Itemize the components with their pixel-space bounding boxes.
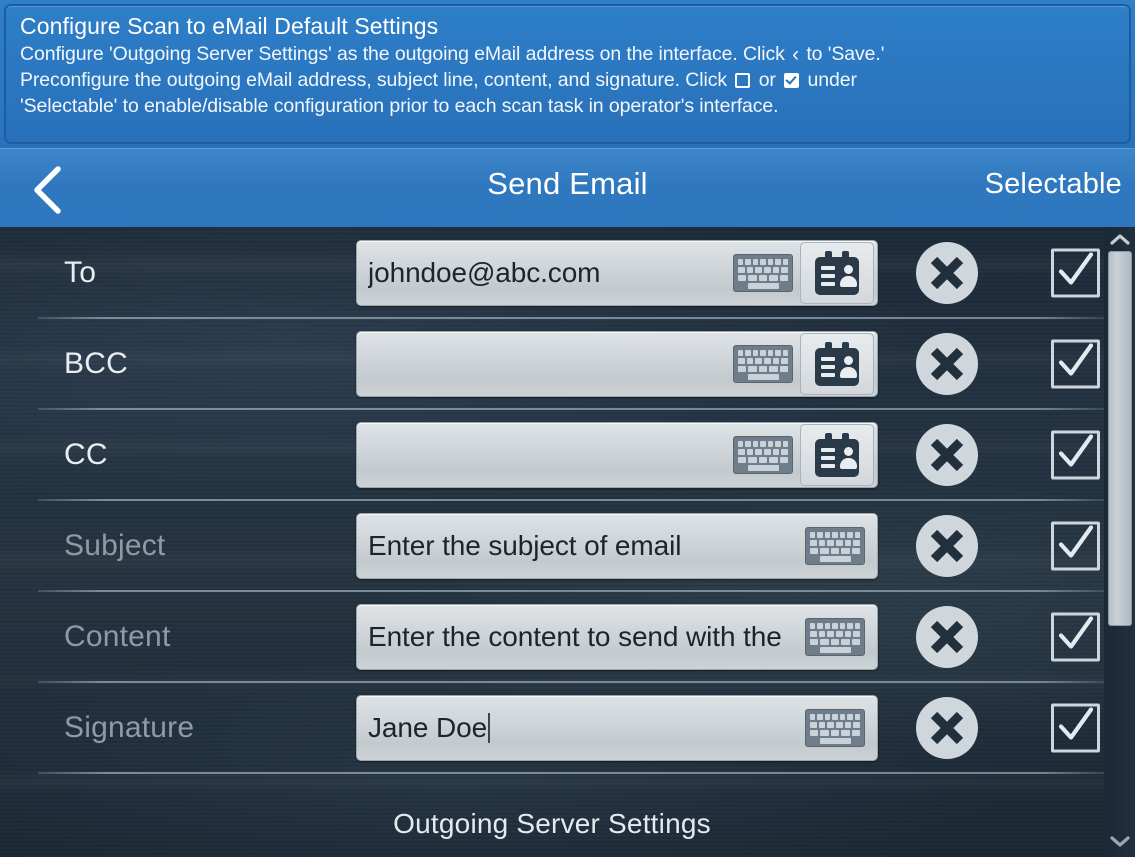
settings-row-content: Content Enter the content to send with th… [0, 591, 1104, 682]
input-value-subject: Enter the subject of email [368, 529, 682, 561]
selectable-checkbox-cc[interactable] [1051, 430, 1100, 479]
instruction-line-1-part-a: Configure 'Outgoing Server Settings' as … [20, 43, 785, 65]
keyboard-icon-to[interactable] [733, 253, 793, 292]
chevron-up-icon [1109, 234, 1130, 245]
selectable-checkbox-bcc[interactable] [1051, 339, 1100, 388]
row-label-cc: CC [64, 437, 108, 471]
row-label-to: To [64, 255, 97, 289]
clear-x-icon [916, 241, 978, 304]
scroll-up-button[interactable] [1104, 227, 1135, 251]
address-book-button-bcc[interactable] [800, 332, 874, 395]
checkmark-icon [1058, 707, 1094, 740]
checkmark-icon [1058, 434, 1094, 467]
chevron-down-icon [1109, 836, 1130, 847]
settings-row-to: To johndoe@abc.com [0, 227, 1104, 318]
address-book-icon [815, 341, 859, 386]
checkmark-icon [1058, 252, 1094, 285]
instruction-line-1: Configure 'Outgoing Server Settings' as … [20, 41, 1115, 67]
clear-x-icon [916, 332, 978, 395]
address-book-icon [815, 250, 859, 295]
clear-button-signature[interactable] [914, 695, 980, 761]
settings-row-subject: Subject Enter the subject of email [0, 500, 1104, 591]
input-value-content: Enter the content to send with the [368, 620, 782, 652]
input-field-bcc[interactable] [356, 330, 878, 397]
keyboard-icon-signature[interactable] [805, 708, 865, 747]
clear-x-icon [916, 696, 978, 759]
input-field-to[interactable]: johndoe@abc.com [356, 239, 878, 306]
clear-x-icon [916, 605, 978, 668]
input-value-signature: Jane Doe [368, 712, 490, 744]
input-field-content[interactable]: Enter the content to send with the [356, 603, 878, 670]
address-book-icon [815, 432, 859, 477]
input-field-signature[interactable]: Jane Doe [356, 694, 878, 761]
selectable-column-header: Selectable [984, 168, 1122, 200]
clear-button-cc[interactable] [914, 422, 980, 488]
address-book-button-cc[interactable] [800, 423, 874, 486]
outgoing-server-settings-row: Outgoing Server Settings [0, 798, 1104, 857]
row-label-bcc: BCC [64, 346, 128, 380]
checkmark-icon [1058, 616, 1094, 649]
instruction-line-1-part-b: to 'Save.' [806, 43, 885, 65]
selectable-checkbox-content[interactable] [1051, 612, 1100, 661]
clear-x-icon [916, 423, 978, 486]
input-field-cc[interactable] [356, 421, 878, 488]
save-chevron-icon: ‹ [792, 43, 800, 66]
outgoing-server-settings-button[interactable]: Outgoing Server Settings [0, 808, 1104, 840]
clear-button-subject[interactable] [914, 513, 980, 579]
instruction-line-2: Preconfigure the outgoing eMail address,… [20, 67, 1115, 93]
keyboard-icon-bcc[interactable] [733, 344, 793, 383]
checkmark-icon [1058, 343, 1094, 376]
clear-button-to[interactable] [914, 240, 980, 306]
selectable-checkbox-subject[interactable] [1051, 521, 1100, 570]
title-bar: Send Email Selectable [0, 148, 1135, 227]
selectable-checkbox-signature[interactable] [1051, 703, 1100, 752]
checkmark-icon [1058, 525, 1094, 558]
keyboard-icon-subject[interactable] [805, 526, 865, 565]
row-label-content: Content [64, 619, 171, 653]
instruction-title: Configure Scan to eMail Default Settings [20, 13, 439, 39]
checked-checkbox-icon [784, 73, 800, 88]
vertical-scrollbar[interactable] [1104, 227, 1135, 857]
instruction-banner: Configure Scan to eMail Default Settings… [0, 0, 1135, 148]
instruction-line-3: 'Selectable' to enable/disable configura… [20, 95, 779, 117]
scroll-down-button[interactable] [1104, 829, 1135, 853]
clear-x-icon [916, 514, 978, 577]
settings-list: To johndoe@abc.com BCC CC Subject Enter the s… [0, 227, 1135, 857]
instruction-line-2-part-b: or [758, 69, 776, 91]
instruction-banner-inner: Configure Scan to eMail Default Settings… [4, 4, 1131, 144]
selectable-checkbox-to[interactable] [1051, 248, 1100, 297]
row-label-subject: Subject [64, 528, 166, 562]
instruction-line-2-part-c: under [807, 69, 857, 91]
clear-button-bcc[interactable] [914, 331, 980, 397]
clear-button-content[interactable] [914, 604, 980, 670]
input-value-to: johndoe@abc.com [368, 256, 601, 288]
input-field-subject[interactable]: Enter the subject of email [356, 512, 878, 579]
unchecked-checkbox-icon [735, 73, 751, 88]
row-label-signature: Signature [64, 710, 195, 744]
settings-row-bcc: BCC [0, 318, 1104, 409]
settings-row-cc: CC [0, 409, 1104, 500]
page-title: Send Email [487, 166, 648, 201]
settings-row-signature: Signature Jane Doe [0, 682, 1104, 773]
keyboard-icon-content[interactable] [805, 617, 865, 656]
address-book-button-to[interactable] [800, 241, 874, 304]
scrollbar-thumb[interactable] [1108, 251, 1132, 626]
instruction-line-2-part-a: Preconfigure the outgoing eMail address,… [20, 69, 728, 91]
keyboard-icon-cc[interactable] [733, 435, 793, 474]
